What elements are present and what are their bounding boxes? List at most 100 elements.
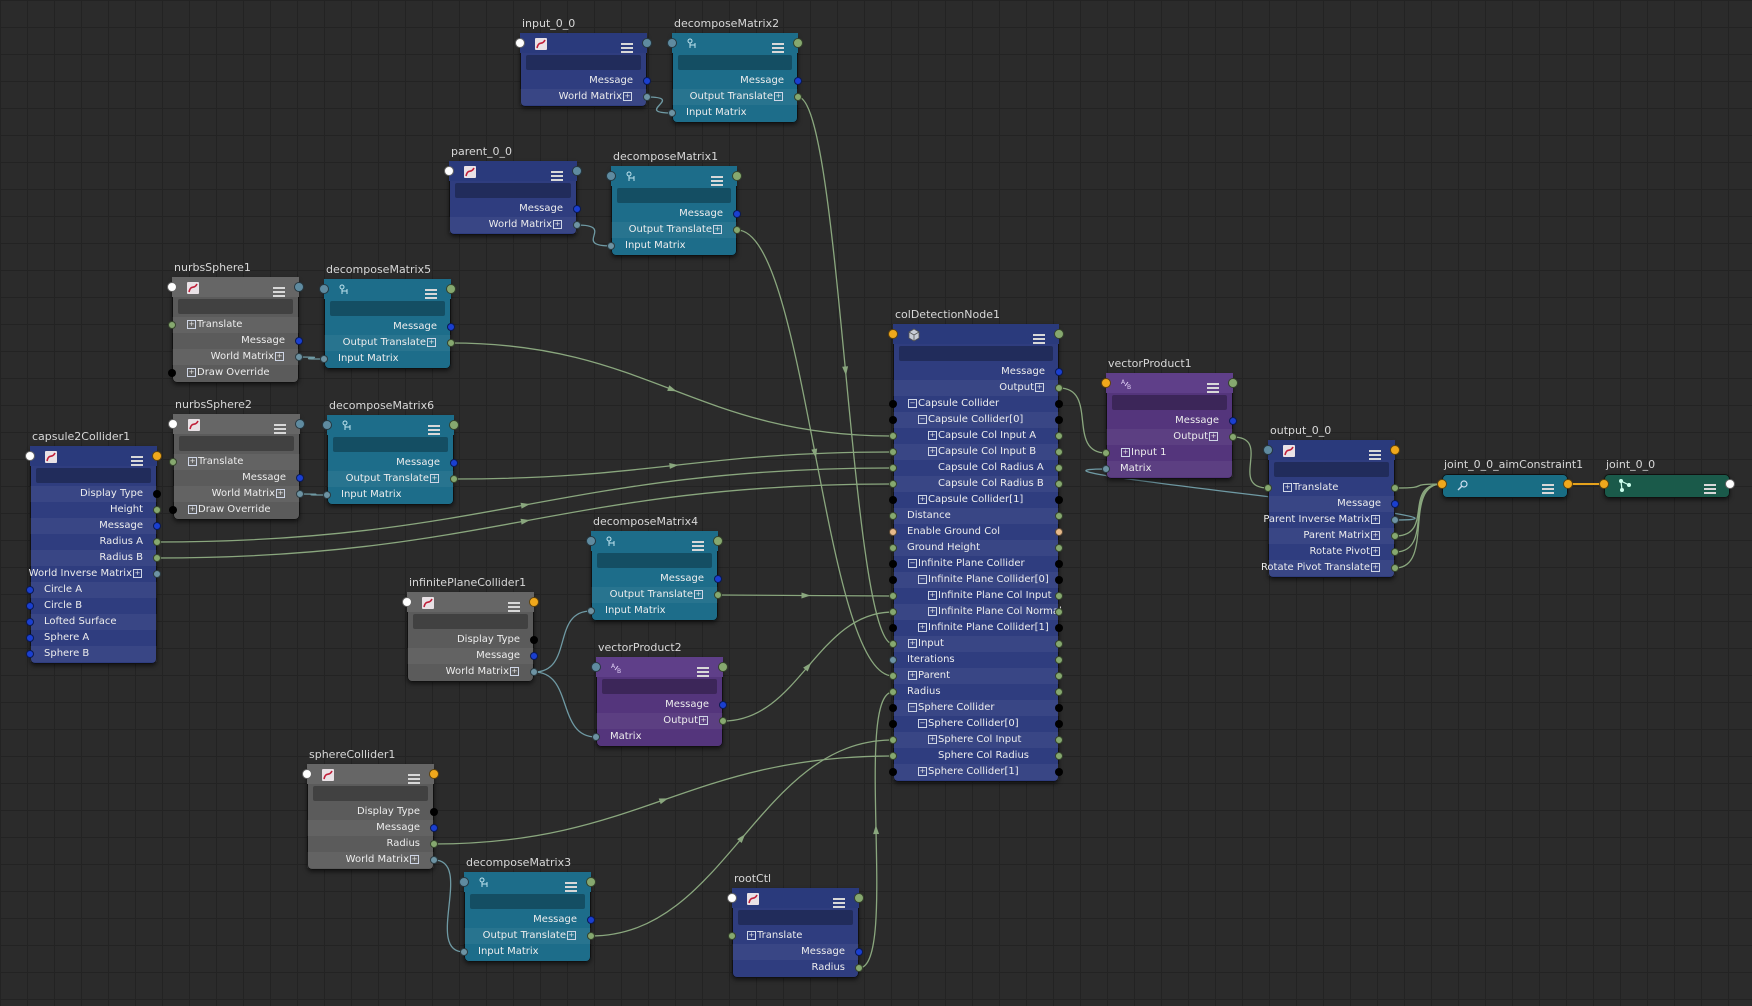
attr-row[interactable]: + Draw Override: [172, 365, 299, 381]
connection-wire[interactable]: [433, 859, 465, 953]
attr-row[interactable]: + Parent: [893, 668, 1059, 684]
connection-wire[interactable]: [533, 610, 592, 673]
header-output-plug[interactable]: [152, 451, 162, 461]
attr-row[interactable]: Output Translate +: [611, 222, 737, 238]
expand-icon[interactable]: +: [928, 606, 937, 616]
input-plug[interactable]: [889, 400, 897, 408]
node-title[interactable]: parent_0_0: [451, 145, 512, 158]
output-plug[interactable]: [1229, 433, 1237, 441]
input-plug[interactable]: [587, 607, 595, 615]
output-plug[interactable]: [295, 353, 303, 361]
input-plug[interactable]: [169, 506, 177, 514]
input-plug[interactable]: [1102, 449, 1110, 457]
menu-lines-icon[interactable]: [1033, 329, 1045, 344]
input-plug[interactable]: [26, 602, 34, 610]
output-plug[interactable]: [1055, 592, 1063, 600]
output-plug[interactable]: [1055, 448, 1063, 456]
connection-wire[interactable]: [1394, 483, 1443, 537]
header-input-plug[interactable]: [1263, 445, 1273, 455]
node-header[interactable]: [449, 161, 577, 181]
header-input-plug[interactable]: [1437, 479, 1447, 489]
attr-row[interactable]: + Capsule Col Input A: [893, 428, 1059, 444]
attr-row[interactable]: + Infinite Plane Col Normal: [893, 604, 1062, 620]
connection-wire[interactable]: [1058, 387, 1107, 454]
input-plug[interactable]: [889, 688, 897, 696]
menu-lines-icon[interactable]: [772, 38, 784, 53]
expand-icon[interactable]: +: [1121, 447, 1130, 457]
output-plug[interactable]: [1055, 384, 1063, 392]
collapse-icon[interactable]: −: [918, 414, 927, 424]
connection-wire[interactable]: [797, 96, 894, 645]
expand-icon[interactable]: +: [427, 337, 436, 347]
menu-lines-icon[interactable]: [425, 284, 437, 299]
attr-row[interactable]: Message: [893, 364, 1059, 380]
attr-row[interactable]: Ground Height: [893, 540, 1059, 556]
output-plug[interactable]: [1391, 516, 1399, 524]
header-input-plug[interactable]: [402, 597, 412, 607]
output-plug[interactable]: [1055, 656, 1063, 664]
connection-wire[interactable]: [453, 451, 894, 480]
output-plug[interactable]: [1229, 417, 1237, 425]
input-plug[interactable]: [889, 416, 897, 424]
attr-row[interactable]: Display Type: [30, 486, 157, 502]
output-plug[interactable]: [1055, 480, 1063, 488]
connection-wire[interactable]: [433, 755, 894, 845]
expand-icon[interactable]: +: [276, 488, 285, 498]
expand-icon[interactable]: +: [510, 666, 519, 676]
attr-row[interactable]: + Sphere Collider[1]: [893, 764, 1059, 780]
header-output-plug[interactable]: [1563, 479, 1573, 489]
output-plug[interactable]: [794, 93, 802, 101]
expand-icon[interactable]: +: [1371, 514, 1380, 524]
input-plug[interactable]: [728, 932, 736, 940]
node-title[interactable]: infinitePlaneCollider1: [409, 576, 526, 589]
attr-row[interactable]: + Capsule Col Input B: [893, 444, 1059, 460]
menu-lines-icon[interactable]: [711, 171, 723, 186]
attr-row[interactable]: Message: [672, 73, 798, 89]
expand-icon[interactable]: +: [187, 367, 196, 377]
expand-icon[interactable]: +: [430, 473, 439, 483]
header-output-plug[interactable]: [1054, 329, 1064, 339]
output-plug[interactable]: [1055, 688, 1063, 696]
attr-row[interactable]: Display Type: [307, 804, 434, 820]
output-plug[interactable]: [1055, 704, 1063, 712]
output-plug[interactable]: [1055, 720, 1063, 728]
input-plug[interactable]: [1102, 465, 1110, 473]
input-plug[interactable]: [26, 634, 34, 642]
attr-row[interactable]: Display Type: [407, 632, 534, 648]
header-input-plug[interactable]: [586, 536, 596, 546]
attr-row[interactable]: Message: [172, 333, 299, 349]
connection-wire[interactable]: [576, 224, 612, 247]
connection-wire[interactable]: [533, 671, 597, 738]
node-title[interactable]: decomposeMatrix2: [674, 17, 779, 30]
output-plug[interactable]: [153, 522, 161, 530]
attr-row[interactable]: Output Translate +: [672, 89, 798, 105]
input-plug[interactable]: [460, 948, 468, 956]
node-header[interactable]: [520, 33, 647, 53]
input-plug[interactable]: [1264, 484, 1272, 492]
output-plug[interactable]: [714, 591, 722, 599]
attr-row[interactable]: + Translate: [173, 454, 300, 470]
header-output-plug[interactable]: [529, 597, 539, 607]
menu-lines-icon[interactable]: [565, 877, 577, 892]
menu-lines-icon[interactable]: [551, 166, 563, 181]
attr-row[interactable]: Input Matrix: [327, 487, 454, 503]
output-plug[interactable]: [1055, 624, 1063, 632]
output-plug[interactable]: [430, 840, 438, 848]
input-plug[interactable]: [169, 458, 177, 466]
menu-lines-icon[interactable]: [408, 769, 420, 784]
attr-row[interactable]: Radius A: [30, 534, 157, 550]
node-title[interactable]: decomposeMatrix6: [329, 399, 434, 412]
output-plug[interactable]: [296, 490, 304, 498]
header-input-plug[interactable]: [1599, 479, 1609, 489]
output-plug[interactable]: [153, 554, 161, 562]
attr-row[interactable]: Message: [307, 820, 434, 836]
attr-row[interactable]: Input Matrix: [464, 944, 591, 960]
attr-row[interactable]: World Inverse Matrix +: [29, 566, 157, 582]
attr-row[interactable]: Message: [520, 73, 647, 89]
output-plug[interactable]: [295, 337, 303, 345]
output-plug[interactable]: [573, 205, 581, 213]
node-decomposeMatrix2[interactable]: decomposeMatrix2 Message Output Translate +…: [667, 17, 803, 123]
output-plug[interactable]: [1055, 736, 1063, 744]
attr-row[interactable]: Rotate Pivot Translate +: [1261, 560, 1395, 576]
node-header[interactable]: [732, 888, 859, 908]
